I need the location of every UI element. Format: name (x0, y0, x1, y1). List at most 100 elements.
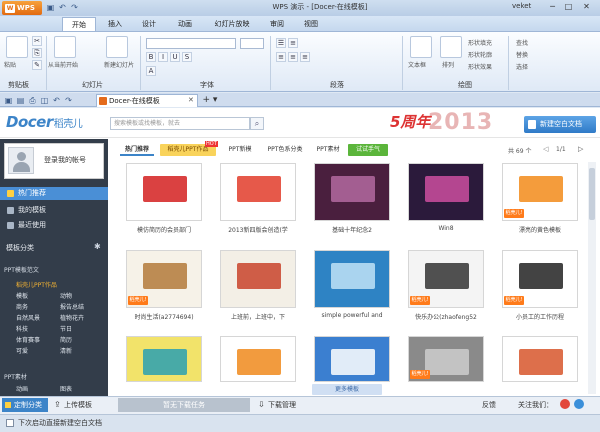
content-tab-material[interactable]: PPT素材 (312, 144, 344, 156)
template-thumbnail[interactable] (408, 163, 484, 221)
paste-icon[interactable] (6, 36, 28, 58)
qq-icon[interactable] (574, 399, 584, 409)
template-thumbnail[interactable] (314, 163, 390, 221)
quick-save-icon[interactable]: ▣ (4, 96, 13, 105)
template-thumbnail[interactable] (502, 336, 578, 382)
template-title[interactable]: 漂亮的黄色模板 (498, 225, 582, 234)
font-name-select[interactable] (146, 38, 236, 49)
new-slide-icon[interactable] (106, 36, 128, 58)
tab-slideshow[interactable]: 幻灯片放映 (206, 17, 258, 31)
avatar[interactable] (8, 147, 34, 174)
minimize-button[interactable]: ─ (546, 1, 559, 13)
template-thumbnail[interactable] (314, 336, 390, 382)
category-link[interactable]: 自然风景 (16, 313, 40, 322)
category-link[interactable]: 稻壳儿PPT作品 (16, 280, 57, 289)
upload-template-button[interactable]: ⇪ 上传模板 (52, 398, 92, 412)
quick-print-icon[interactable]: ⎙ (28, 96, 37, 105)
content-tab-lucky[interactable]: 试试手气 (348, 144, 388, 156)
from-current-icon[interactable] (54, 36, 76, 58)
category-link[interactable]: 商务 (16, 302, 28, 311)
template-title[interactable]: 模仿简历的会员部门 (122, 225, 206, 234)
textbox-icon[interactable] (410, 36, 432, 58)
redo-icon[interactable]: ↷ (70, 3, 79, 12)
sidebar-item-recent[interactable]: 最近使用 (0, 219, 108, 232)
align-right-icon[interactable]: ≡ (300, 52, 310, 62)
select-button[interactable]: 选择 (516, 62, 528, 71)
font-color-icon[interactable]: A (146, 66, 156, 76)
template-title[interactable]: 快乐办公(zhaofeng52 (404, 312, 488, 321)
shape-outline-button[interactable]: 形状轮廓 (468, 50, 492, 59)
search-icon[interactable]: ⌕ (250, 117, 264, 130)
tab-view[interactable]: 视图 (296, 17, 326, 31)
quick-undo-icon[interactable]: ↶ (52, 96, 61, 105)
more-templates-button[interactable]: 更多模板 (312, 384, 382, 395)
new-tab-button[interactable]: + ▾ (202, 95, 218, 106)
template-thumbnail[interactable] (220, 336, 296, 382)
template-thumbnail[interactable] (220, 250, 296, 308)
category-link[interactable]: 报告总结 (60, 302, 84, 311)
bullets-icon[interactable]: ☰ (276, 38, 286, 48)
underline-icon[interactable]: U (170, 52, 180, 62)
download-manager-button[interactable]: ⇩ 下载管理 (256, 398, 296, 412)
strikethrough-icon[interactable]: S (182, 52, 192, 62)
template-title[interactable]: Win8 (404, 225, 488, 232)
quick-preview-icon[interactable]: ◫ (40, 96, 49, 105)
category-link-animation[interactable]: 动画 (16, 384, 28, 393)
feedback-link[interactable]: 反馈 (482, 400, 496, 410)
next-page-icon[interactable]: ▷ (578, 145, 583, 153)
category-group-ppt[interactable]: PPT模板范文 (4, 265, 39, 274)
tab-animation[interactable]: 动画 (168, 17, 202, 31)
quick-redo-icon[interactable]: ↷ (64, 96, 73, 105)
new-blank-document-button[interactable]: 新建空白文档 (524, 116, 596, 133)
content-tab-new[interactable]: PPT新模 (222, 144, 258, 156)
scrollbar-thumb[interactable] (589, 168, 595, 220)
prev-page-icon[interactable]: ◁ (543, 145, 548, 153)
template-thumbnail[interactable] (314, 250, 390, 308)
user-name[interactable]: veket (512, 2, 531, 10)
content-tab-color[interactable]: PPT色系分类 (260, 144, 310, 156)
shape-effect-button[interactable]: 形状效果 (468, 62, 492, 71)
tab-design[interactable]: 设计 (134, 17, 164, 31)
close-button[interactable]: ✕ (580, 1, 593, 13)
italic-icon[interactable]: I (158, 52, 168, 62)
maximize-button[interactable]: □ (562, 1, 575, 13)
tab-review[interactable]: 审阅 (262, 17, 292, 31)
align-center-icon[interactable]: ≡ (288, 52, 298, 62)
align-left-icon[interactable]: ≡ (276, 52, 286, 62)
template-title[interactable]: 上班前，上班中，下 (216, 312, 300, 321)
template-thumbnail[interactable] (126, 336, 202, 382)
quick-open-icon[interactable]: ▤ (16, 96, 25, 105)
category-link-chart[interactable]: 图表 (60, 384, 72, 393)
sidebar-item-hot[interactable]: 热门推荐 (0, 187, 108, 200)
category-link[interactable]: 体育赛事 (16, 335, 40, 344)
numbering-icon[interactable]: ≡ (288, 38, 298, 48)
tab-home[interactable]: 开始 (62, 17, 96, 31)
content-tab-hot[interactable]: 热门推荐 (120, 144, 154, 156)
font-size-select[interactable] (240, 38, 264, 49)
category-link[interactable]: 植物花卉 (60, 313, 84, 322)
startup-new-blank-checkbox[interactable] (6, 419, 14, 427)
category-group-material[interactable]: PPT素材 (4, 372, 27, 381)
app-menu-button[interactable]: WWPS 演示 (2, 1, 42, 26)
login-link[interactable]: 登录我的帐号 (44, 155, 86, 165)
weibo-icon[interactable] (560, 399, 570, 409)
document-tab[interactable]: Docer-在线模板 (96, 94, 198, 107)
cut-icon[interactable]: ✂ (32, 36, 42, 46)
custom-category-button[interactable]: 定制分类 (2, 398, 48, 412)
undo-icon[interactable]: ↶ (58, 3, 67, 12)
format-painter-icon[interactable]: ✎ (32, 60, 42, 70)
docer-logo[interactable]: Docer稻壳儿 (6, 113, 83, 131)
close-tab-icon[interactable]: ✕ (188, 96, 194, 104)
tab-insert[interactable]: 插入 (100, 17, 130, 31)
category-link[interactable]: 可爱 (16, 346, 28, 355)
shape-fill-button[interactable]: 形状填充 (468, 38, 492, 47)
sidebar-item-my-templates[interactable]: 我的模板 (0, 204, 108, 217)
category-link[interactable]: 节日 (60, 324, 72, 333)
category-link[interactable]: 动物 (60, 291, 72, 300)
template-title[interactable]: 小员工的工作历程 (498, 312, 582, 321)
arrange-icon[interactable] (440, 36, 462, 58)
copy-icon[interactable]: ⎘ (32, 48, 42, 58)
category-link[interactable]: 简历 (60, 335, 72, 344)
category-link[interactable]: 清新 (60, 346, 72, 355)
bold-icon[interactable]: B (146, 52, 156, 62)
